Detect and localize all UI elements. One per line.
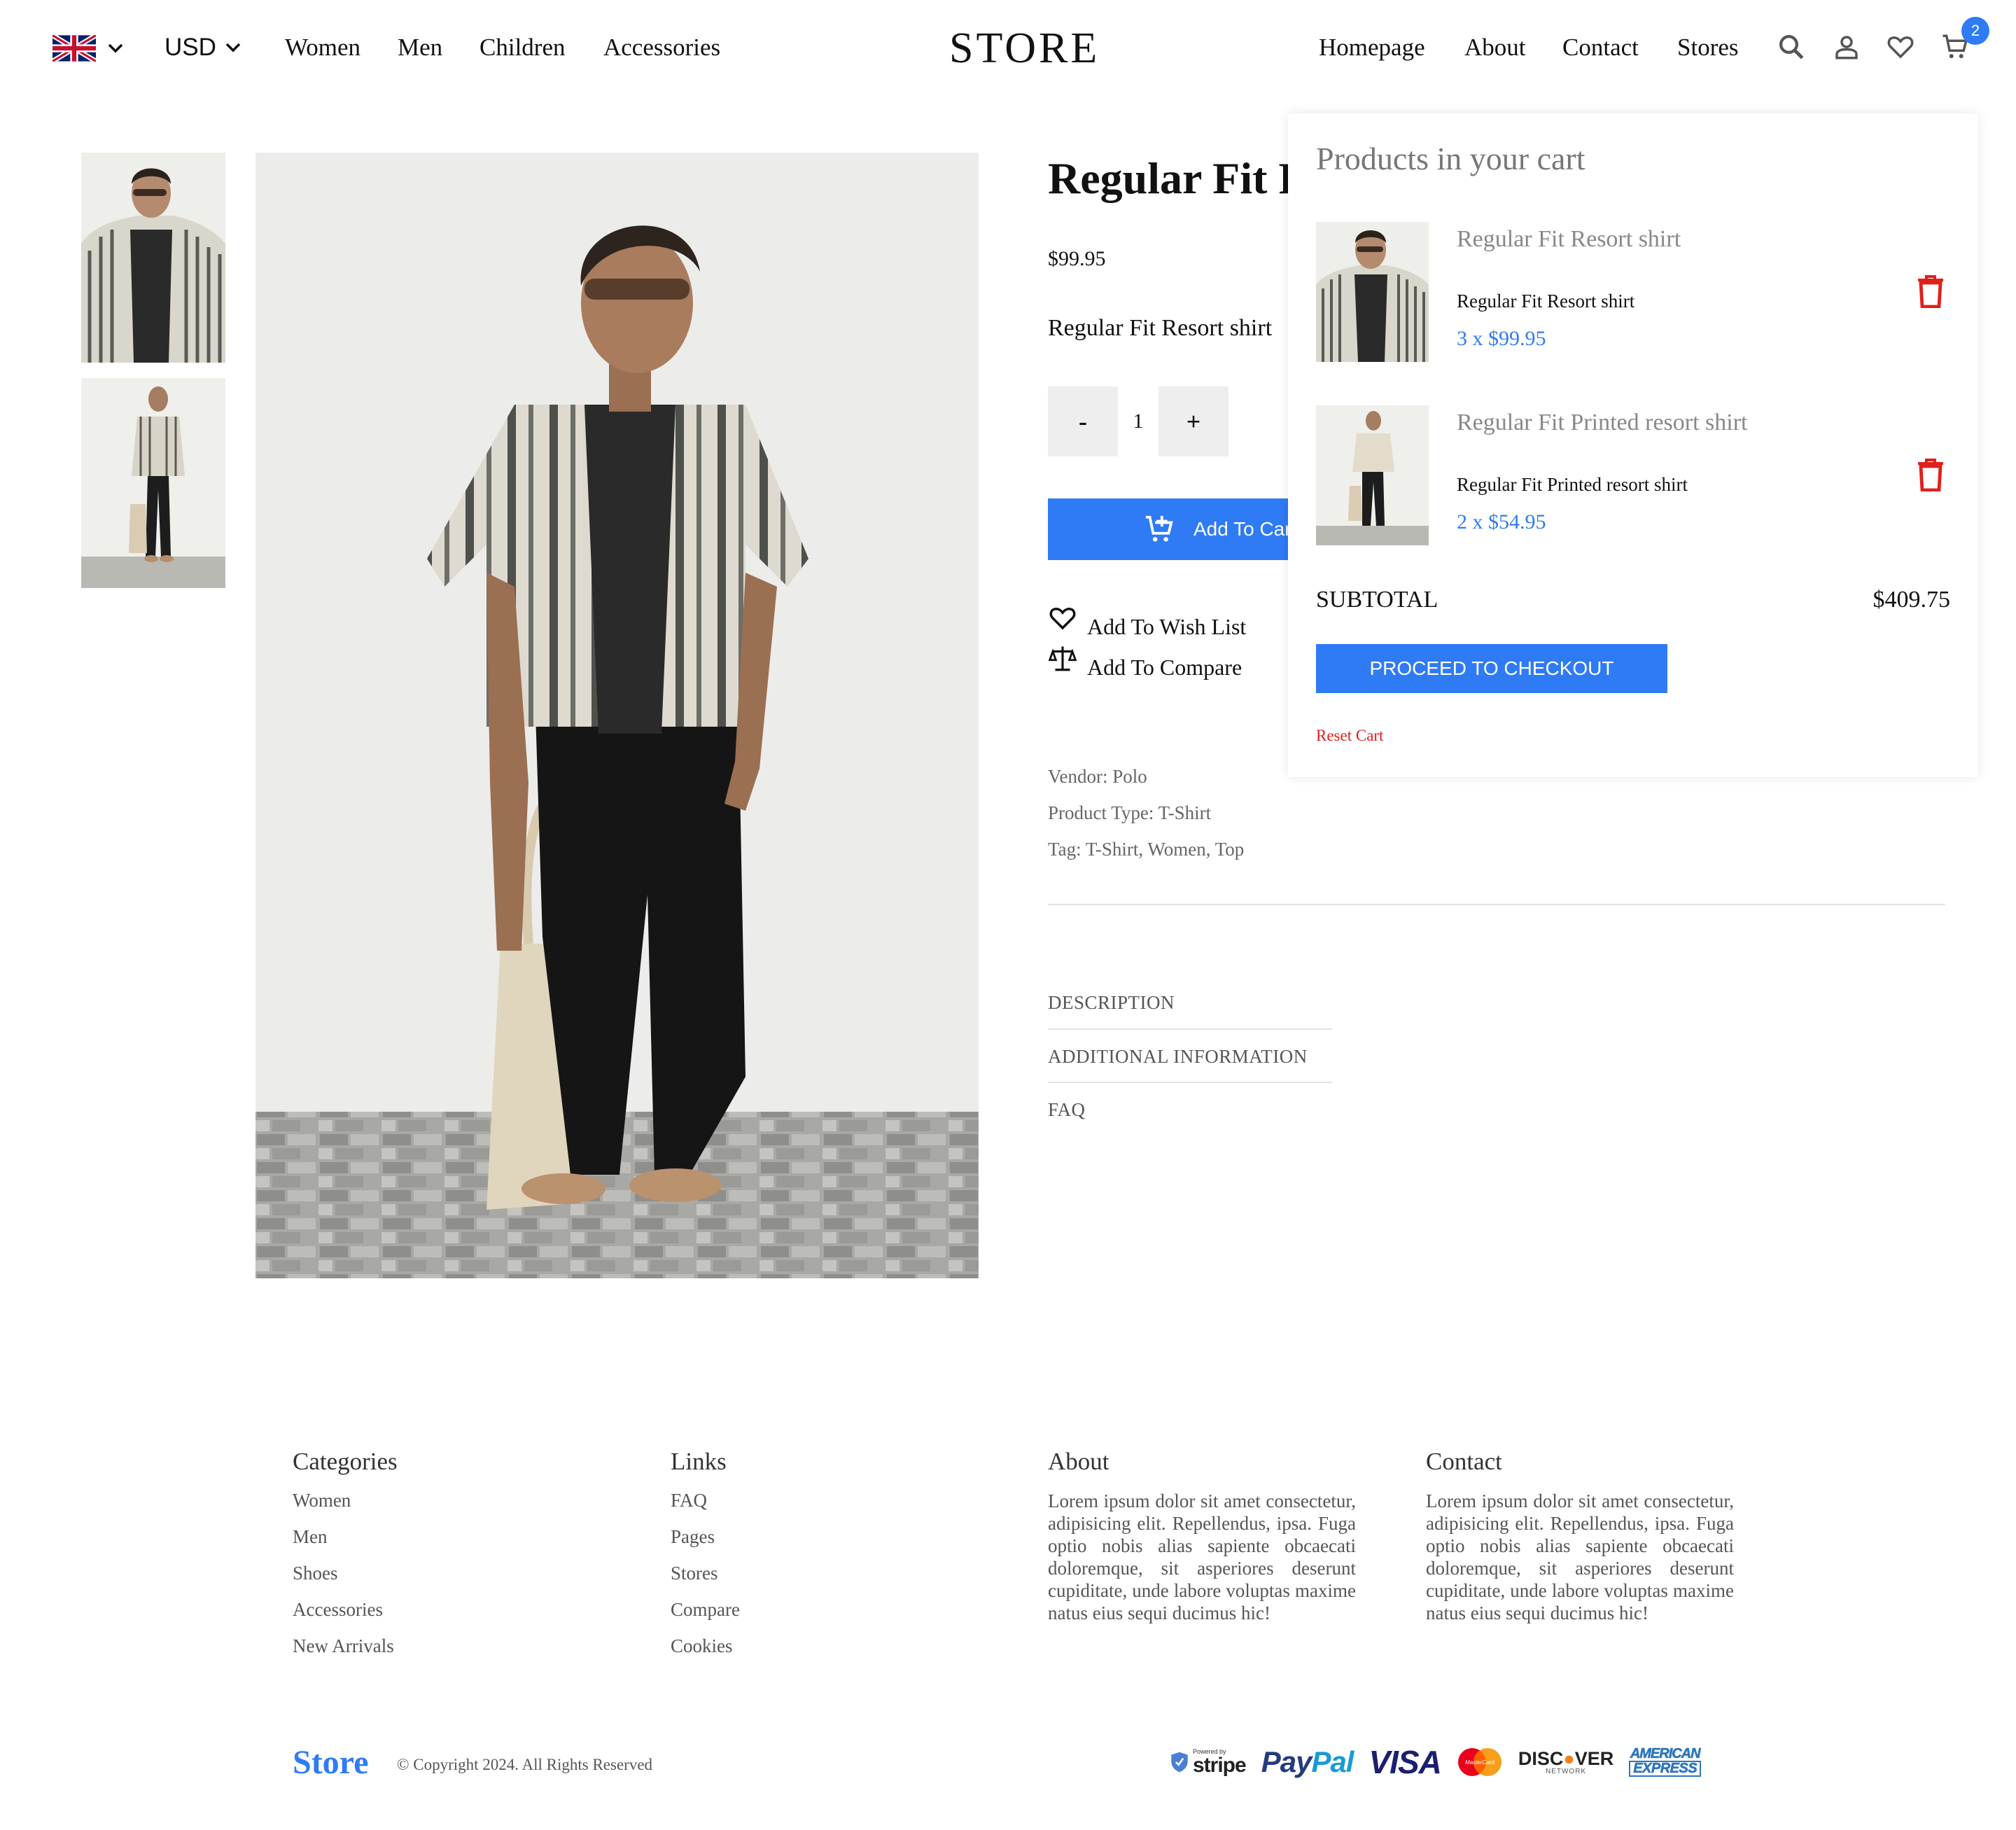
heart-icon <box>1887 36 1914 59</box>
site-logo[interactable]: STORE <box>949 24 1100 74</box>
visa-logo: VISA <box>1368 1744 1441 1780</box>
mastercard-logo: MasterCard <box>1457 1748 1502 1776</box>
cart-item-title[interactable]: Regular Fit Resort shirt <box>1457 226 1681 253</box>
add-to-wishlist-link[interactable]: Add To Wish List <box>1048 603 1246 639</box>
cart-item-image[interactable] <box>1316 405 1429 545</box>
footer-logo[interactable]: Store <box>293 1743 368 1782</box>
user-icon <box>1835 36 1858 60</box>
add-to-cart-icon <box>1145 515 1173 542</box>
paypal-logo: PayPal <box>1261 1745 1354 1778</box>
nav-contact[interactable]: Contact <box>1562 34 1639 62</box>
footer-link-accessories[interactable]: Accessories <box>293 1599 383 1621</box>
cart-dropdown: Products in your cart Regular Fit Resort… <box>1288 113 1978 777</box>
subtotal-value: $409.75 <box>1872 587 1951 613</box>
nav-homepage[interactable]: Homepage <box>1319 34 1425 62</box>
quantity-value[interactable]: 1 <box>1118 410 1158 433</box>
footer-link-cookies[interactable]: Cookies <box>671 1635 733 1657</box>
product-type: Product Type: T-Shirt <box>1048 802 1212 823</box>
remove-item-button[interactable] <box>1917 458 1945 495</box>
stripe-logo: Powered by stripe <box>1170 1748 1247 1777</box>
cart-item-name: Regular Fit Printed resort shirt <box>1457 474 1688 495</box>
cart-item-title[interactable]: Regular Fit Printed resort shirt <box>1457 410 1748 436</box>
nav-women[interactable]: Women <box>285 34 360 62</box>
product-short-description: Regular Fit Resort shirt <box>1048 315 1273 341</box>
footer-link-men[interactable]: Men <box>293 1526 328 1548</box>
cart-item: Regular Fit Printed resort shirt Regular… <box>1316 405 1946 552</box>
product-thumbnail-image <box>81 153 225 363</box>
product-photo <box>255 153 979 1278</box>
wishlist-label: Add To Wish List <box>1087 613 1247 639</box>
footer-link-compare[interactable]: Compare <box>671 1599 740 1621</box>
payment-logos: Powered by stripe PayPal VISA MasterCard… <box>1170 1743 1702 1781</box>
heart-outline-icon <box>1049 608 1076 630</box>
chevron-down-icon <box>225 43 241 53</box>
cart-heading: Products in your cart <box>1316 141 1586 176</box>
trash-icon <box>1918 275 1943 309</box>
product-price: $99.95 <box>1048 247 1106 270</box>
reset-cart-link[interactable]: Reset Cart <box>1316 727 1383 745</box>
svg-text:MasterCard: MasterCard <box>1465 1759 1494 1766</box>
decrease-quantity-button[interactable]: - <box>1048 386 1118 456</box>
cart-count-badge: 2 <box>1961 17 1989 45</box>
cart-item-name: Regular Fit Resort shirt <box>1457 291 1635 312</box>
tab-divider <box>1048 1082 1332 1083</box>
footer-about-heading: About <box>1048 1448 1110 1475</box>
nav-men[interactable]: Men <box>398 34 442 62</box>
trash-icon <box>1918 459 1943 492</box>
add-to-cart-label: Add To Cart <box>1194 518 1297 540</box>
tab-additional-information[interactable]: ADDITIONAL INFORMATION <box>1048 1046 1308 1068</box>
tab-divider <box>1048 1028 1332 1030</box>
footer-link-pages[interactable]: Pages <box>671 1526 715 1548</box>
account-button[interactable] <box>1832 32 1861 65</box>
nav-accessories[interactable]: Accessories <box>603 34 720 62</box>
wishlist-button[interactable] <box>1886 32 1915 65</box>
cart-item-quantity-price: 2 x $54.95 <box>1457 510 1546 533</box>
uk-flag-icon <box>52 35 96 62</box>
cart-item: Regular Fit Resort shirt Regular Fit Res… <box>1316 222 1946 369</box>
footer-about-text: Lorem ipsum dolor sit amet consectetur, … <box>1048 1490 1356 1623</box>
scale-icon <box>1048 646 1077 671</box>
footer-copyright: © Copyright 2024. All Rights Reserved <box>397 1756 653 1773</box>
footer-categories-heading: Categories <box>293 1448 398 1475</box>
product-main-image[interactable] <box>255 153 979 1278</box>
nav-stores[interactable]: Stores <box>1677 34 1739 62</box>
product-tags: Tag: T-Shirt, Women, Top <box>1048 839 1245 860</box>
remove-item-button[interactable] <box>1917 274 1945 312</box>
details-divider <box>1048 904 1945 905</box>
stripe-label: stripe <box>1193 1753 1247 1777</box>
footer-link-stores[interactable]: Stores <box>671 1563 718 1584</box>
currency-label: USD <box>164 34 216 61</box>
footer-link-shoes[interactable]: Shoes <box>293 1563 338 1584</box>
product-thumbnail-image <box>81 378 225 588</box>
discover-logo: DISC●VER NETWORK <box>1518 1747 1614 1775</box>
footer-link-new-arrivals[interactable]: New Arrivals <box>293 1635 394 1657</box>
amex-logo: AMERICAN EXPRESS <box>1629 1746 1702 1777</box>
nav-children[interactable]: Children <box>479 34 565 62</box>
product-thumbnail-2[interactable] <box>81 378 225 592</box>
quantity-stepper: - 1 + <box>1048 386 1228 456</box>
nav-about[interactable]: About <box>1464 34 1526 62</box>
cart-item-image[interactable] <box>1316 222 1429 362</box>
footer-links-heading: Links <box>671 1448 727 1475</box>
add-to-compare-link[interactable]: Add To Compare <box>1048 644 1242 680</box>
product-vendor: Vendor: Polo <box>1048 766 1147 787</box>
cart-item-quantity-price: 3 x $99.95 <box>1457 327 1546 350</box>
product-thumbnail-1[interactable] <box>81 153 225 366</box>
currency-selector[interactable]: USD <box>164 34 241 62</box>
tab-description[interactable]: DESCRIPTION <box>1048 992 1175 1014</box>
search-button[interactable] <box>1777 32 1806 65</box>
tab-faq[interactable]: FAQ <box>1048 1099 1086 1121</box>
increase-quantity-button[interactable]: + <box>1158 386 1228 456</box>
chevron-down-icon <box>108 43 123 53</box>
footer-link-women[interactable]: Women <box>293 1490 351 1511</box>
search-icon <box>1779 35 1804 60</box>
footer-link-faq[interactable]: FAQ <box>671 1490 707 1511</box>
footer-contact-text: Lorem ipsum dolor sit amet consectetur, … <box>1426 1490 1734 1623</box>
footer-contact-heading: Contact <box>1426 1448 1502 1475</box>
shield-icon <box>1171 1752 1188 1773</box>
proceed-to-checkout-button[interactable]: PROCEED TO CHECKOUT <box>1316 644 1667 693</box>
compare-label: Add To Compare <box>1087 654 1242 680</box>
subtotal-label: SUBTOTAL <box>1316 587 1438 613</box>
language-selector[interactable] <box>52 35 124 62</box>
